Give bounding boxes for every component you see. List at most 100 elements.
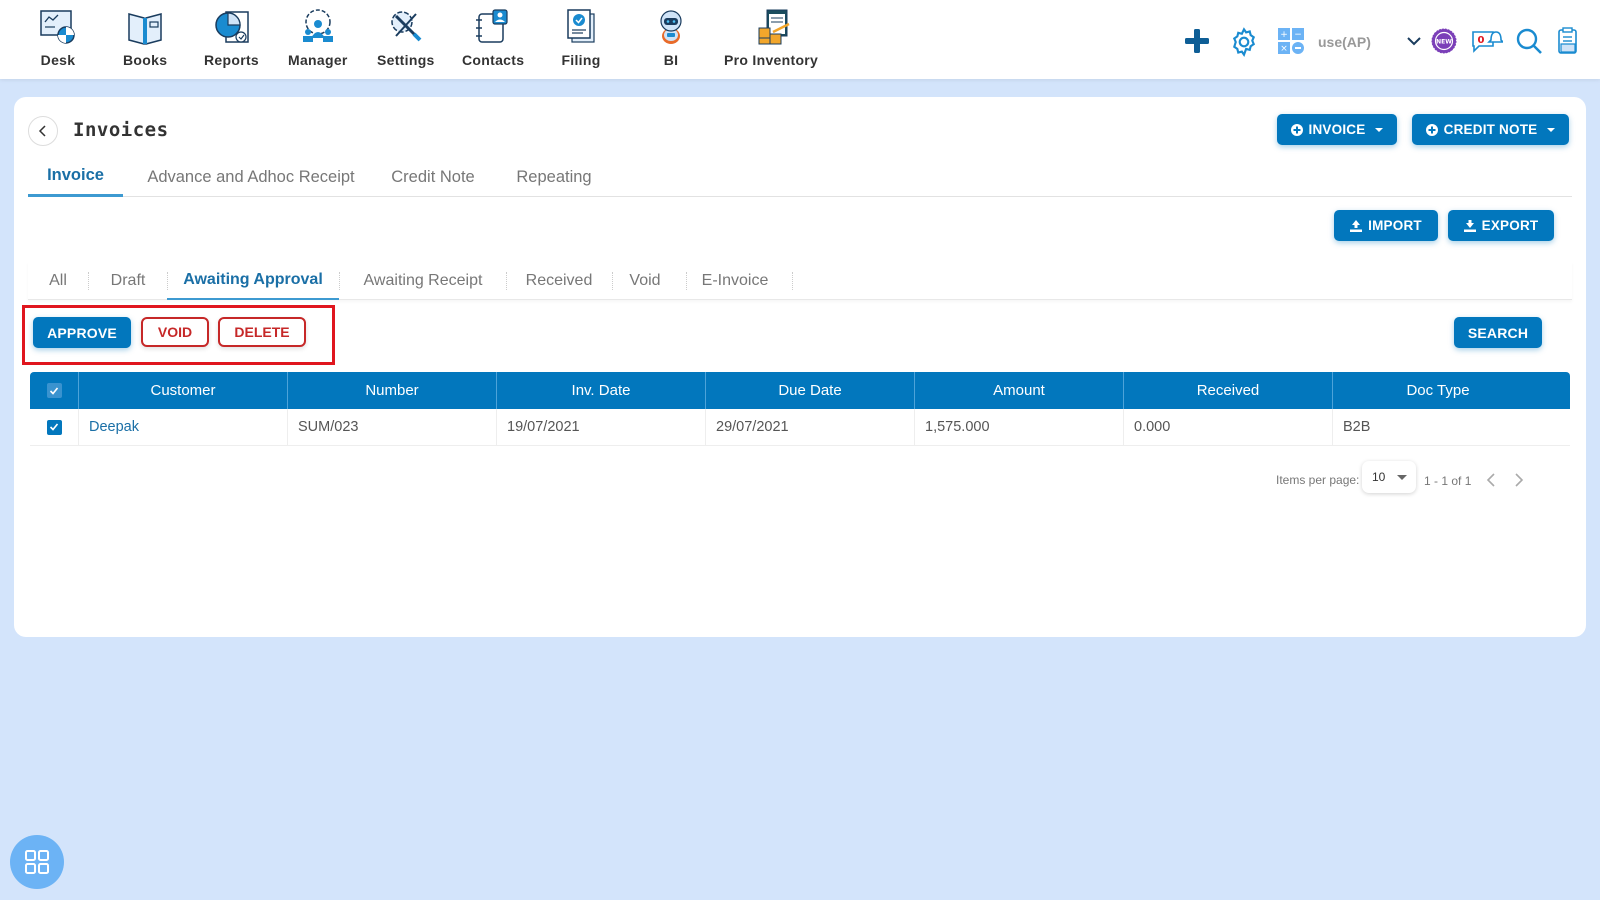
nav-label: Pro Inventory: [724, 52, 819, 68]
status-tab-void[interactable]: Void: [620, 262, 670, 300]
nav-item-settings[interactable]: Settings: [377, 6, 435, 68]
previous-page-button[interactable]: [1485, 471, 1497, 494]
reports-icon: [214, 11, 249, 43]
caret-down-icon: [1375, 127, 1384, 132]
add-button[interactable]: [1184, 28, 1210, 54]
main-tabs: Invoice Advance and Adhoc Receipt Credit…: [28, 157, 1572, 197]
row-checkbox[interactable]: [46, 419, 62, 435]
cell-doc-type: B2B: [1343, 419, 1371, 435]
column-header-doc-type[interactable]: Doc Type: [1333, 372, 1543, 409]
delete-button[interactable]: DELETE: [218, 317, 306, 347]
nav-label: Filing: [561, 52, 601, 68]
tab-divider: [686, 272, 687, 290]
clipboard-icon: [1558, 27, 1577, 54]
chevron-down-icon: [1407, 37, 1421, 46]
tab-repeating[interactable]: Repeating: [505, 157, 603, 197]
column-header-customer[interactable]: Customer: [79, 372, 288, 409]
invoices-card: Invoices INVOICE CREDIT NOTE Invoice Adv…: [14, 97, 1586, 637]
books-icon: [128, 13, 162, 45]
apps-menu-button[interactable]: [10, 835, 64, 889]
whats-new-button[interactable]: NEW: [1431, 28, 1457, 54]
search-button[interactable]: SEARCH: [1454, 317, 1542, 348]
column-header-due-date[interactable]: Due Date: [706, 372, 915, 409]
desk-icon: [40, 10, 75, 44]
settings-button[interactable]: [1228, 26, 1260, 58]
nav-label: Reports: [204, 52, 259, 68]
caret-down-icon: [1397, 475, 1407, 480]
tab-divider: [792, 272, 793, 290]
customer-link[interactable]: Deepak: [89, 419, 139, 435]
plus-icon: [1185, 29, 1209, 53]
nav-item-bi[interactable]: BI: [651, 6, 691, 68]
export-button[interactable]: EXPORT: [1448, 210, 1554, 241]
notifications-button[interactable]: 0: [1471, 26, 1503, 56]
status-tab-draft[interactable]: Draft: [98, 262, 158, 300]
user-dropdown-toggle[interactable]: [1406, 33, 1422, 49]
nav-item-pro-inventory[interactable]: Pro Inventory: [724, 6, 818, 68]
chat-bell-icon: 0: [1472, 31, 1503, 53]
nav-item-manager[interactable]: Manager: [288, 6, 348, 68]
download-icon: [1463, 219, 1476, 232]
nav-item-contacts[interactable]: Contacts: [462, 6, 524, 68]
table-header: Customer Number Inv. Date Due Date Amoun…: [30, 372, 1570, 409]
grid-icon: [25, 850, 49, 874]
select-all-checkbox[interactable]: [46, 383, 62, 398]
column-header-inv-date[interactable]: Inv. Date: [497, 372, 706, 409]
plus-circle-icon: [1290, 123, 1303, 136]
status-filter-tabs: All Draft Awaiting Approval Awaiting Rec…: [28, 262, 1572, 300]
checkmark-icon: [49, 423, 59, 431]
search-icon: [1516, 28, 1542, 54]
new-invoice-label: INVOICE: [1308, 122, 1366, 137]
column-header-received[interactable]: Received: [1124, 372, 1333, 409]
status-tab-e-invoice[interactable]: E-Invoice: [694, 262, 776, 300]
column-header-number[interactable]: Number: [288, 372, 497, 409]
table-row[interactable]: Deepak SUM/023 19/07/2021 29/07/2021 1,5…: [30, 409, 1570, 446]
back-button[interactable]: [28, 116, 58, 146]
documents-button[interactable]: [1557, 27, 1579, 55]
tab-divider: [612, 272, 613, 290]
svg-text:+: +: [1280, 30, 1288, 40]
manager-icon: [302, 9, 333, 42]
status-tab-all[interactable]: All: [38, 262, 78, 300]
tab-divider: [88, 272, 89, 290]
tab-advance-adhoc-receipt[interactable]: Advance and Adhoc Receipt: [141, 157, 361, 197]
nav-item-filing[interactable]: Filing: [561, 6, 601, 68]
new-badge-icon: NEW: [1431, 28, 1457, 54]
new-invoice-dropdown-button[interactable]: INVOICE: [1277, 114, 1397, 145]
chevron-left-icon: [38, 125, 46, 137]
caret-down-icon: [1547, 127, 1556, 132]
calculator-button[interactable]: + − ×: [1278, 28, 1304, 54]
approve-button[interactable]: APPROVE: [33, 317, 131, 348]
cell-inv-date: 19/07/2021: [497, 409, 706, 445]
cell-due-date: 29/07/2021: [706, 409, 915, 445]
export-label: EXPORT: [1481, 218, 1539, 233]
svg-text:0: 0: [1478, 35, 1485, 46]
contacts-icon: [476, 9, 508, 43]
import-label: IMPORT: [1368, 218, 1422, 233]
cell-number: SUM/023: [288, 409, 497, 445]
column-header-amount[interactable]: Amount: [915, 372, 1124, 409]
nav-item-books[interactable]: Books: [123, 6, 167, 68]
tab-divider: [506, 272, 507, 290]
void-button[interactable]: VOID: [141, 317, 209, 347]
svg-text:×: ×: [1280, 44, 1288, 54]
tab-credit-note[interactable]: Credit Note: [377, 157, 489, 197]
new-credit-note-dropdown-button[interactable]: CREDIT NOTE: [1412, 114, 1569, 145]
nav-item-desk[interactable]: Desk: [38, 6, 78, 68]
search-button[interactable]: [1515, 27, 1543, 55]
tab-divider: [339, 272, 340, 290]
nav-label: Settings: [377, 52, 435, 68]
items-per-page-select[interactable]: 10: [1362, 461, 1416, 493]
new-credit-note-label: CREDIT NOTE: [1443, 122, 1538, 137]
plus-circle-icon: [1425, 123, 1438, 136]
nav-item-reports[interactable]: Reports: [204, 6, 259, 68]
gear-icon: [1232, 27, 1256, 57]
status-tab-awaiting-approval[interactable]: Awaiting Approval: [167, 262, 339, 300]
tab-invoice[interactable]: Invoice: [28, 157, 123, 197]
next-page-button[interactable]: [1513, 471, 1525, 494]
import-button[interactable]: IMPORT: [1334, 210, 1438, 241]
status-tab-received[interactable]: Received: [514, 262, 604, 300]
filing-icon: [567, 9, 595, 43]
status-tab-awaiting-receipt[interactable]: Awaiting Receipt: [348, 262, 498, 300]
user-account-label[interactable]: use(AP): [1318, 34, 1371, 50]
